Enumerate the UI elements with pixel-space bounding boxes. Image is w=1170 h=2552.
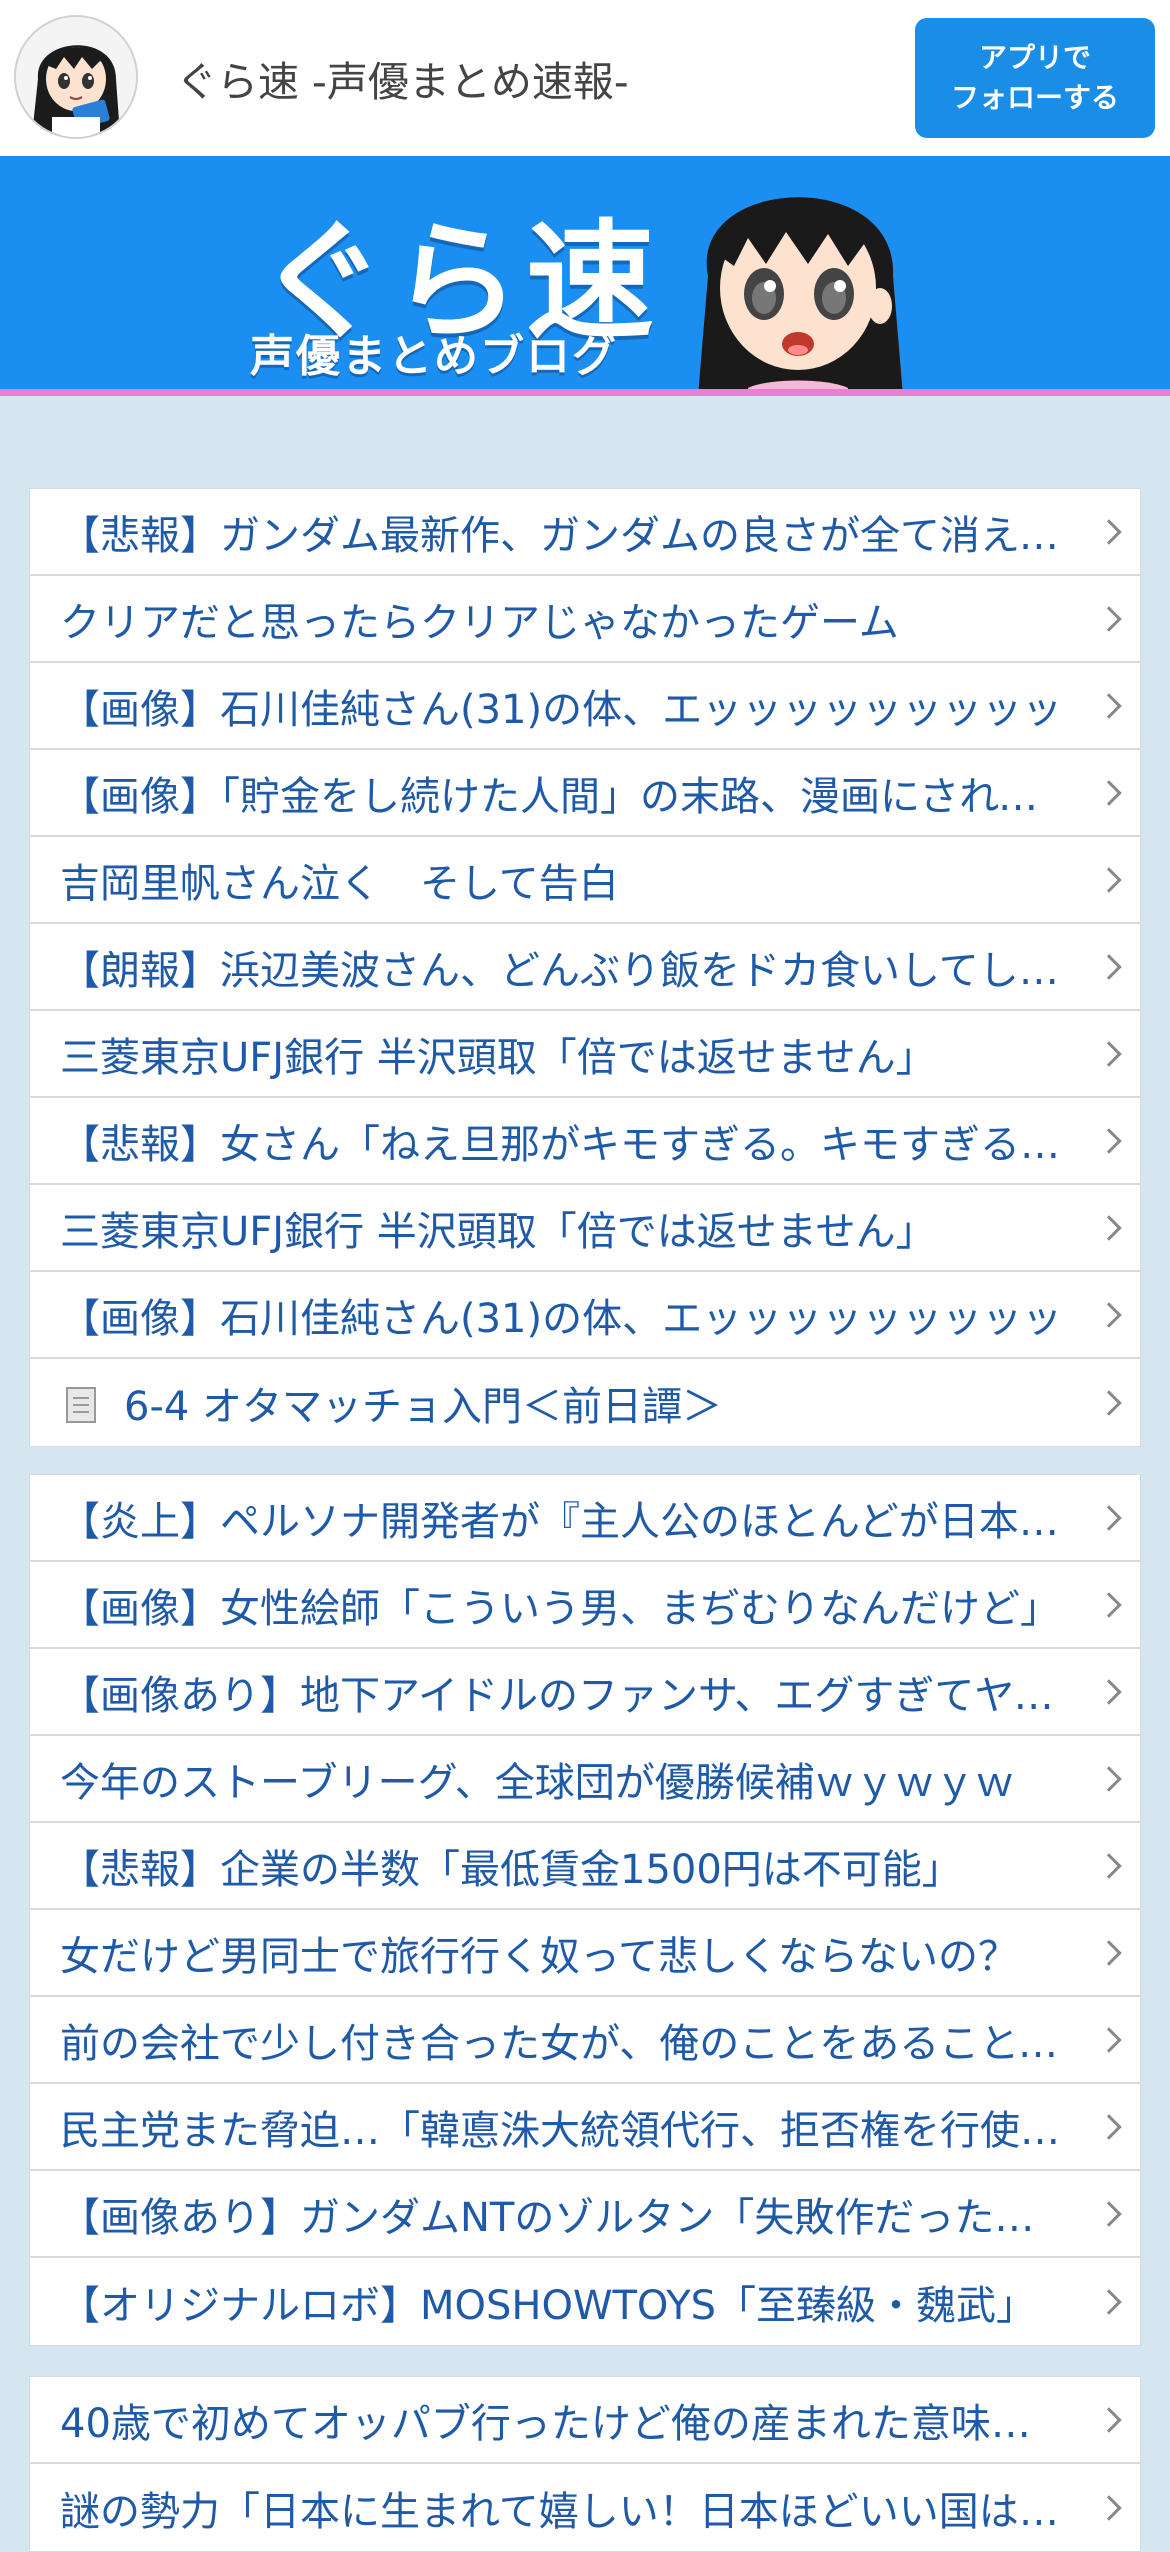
chevron-right-icon (1096, 953, 1122, 980)
site-banner[interactable]: ぐら速 声優まとめブログ (0, 156, 1170, 396)
article-list-item[interactable]: 謎の勢力「日本に生まれて嬉しい！日本ほどいい国はない」 (30, 2464, 1140, 2551)
article-title: 【朗報】浜辺美波さん、どんぶり飯をドカ食いしてしまう (60, 947, 1068, 994)
article-list-item[interactable]: 今年のストーブリーグ、全球団が優勝候補ｗｙｗｙｗ (30, 1736, 1140, 1823)
chevron-right-icon (1096, 1939, 1122, 1966)
article-list-item[interactable]: 6-4 オタマッチョ入門＜前日譚＞ (30, 1359, 1140, 1446)
chevron-right-icon (1096, 1214, 1122, 1241)
chevron-right-icon (1096, 1040, 1122, 1067)
chevron-right-icon (1096, 692, 1122, 719)
article-title: 【画像】「貯金をし続けた人間」の末路、漫画にされてしまう (60, 773, 1068, 820)
site-avatar[interactable] (14, 15, 138, 139)
article-list-item[interactable]: 【画像】「貯金をし続けた人間」の末路、漫画にされてしまう (30, 750, 1140, 837)
chevron-right-icon (1096, 605, 1122, 632)
chevron-right-icon (1096, 2113, 1122, 2140)
article-list-item[interactable]: 【画像】石川佳純さん(31)の体、エッッッッッッッッッ (30, 1272, 1140, 1359)
site-header: ぐら速 -声優まとめ速報- アプリで フォローする (0, 0, 1170, 156)
chevron-right-icon (1096, 2026, 1122, 2053)
follow-in-app-button[interactable]: アプリで フォローする (915, 18, 1155, 138)
article-title: 吉岡里帆さん泣く そして告白 (60, 860, 619, 907)
chevron-right-icon (1096, 1389, 1122, 1416)
article-list-item[interactable]: 女だけど男同士で旅行行く奴って悲しくならないの？ (30, 1910, 1140, 1997)
site-title: ぐら速 -声優まとめ速報- (176, 58, 629, 106)
article-title: 三菱東京UFJ銀行 半沢頭取「倍では返せません」 (60, 1034, 936, 1081)
article-title: 【画像】石川佳純さん(31)の体、エッッッッッッッッッ (60, 686, 1063, 733)
banner-subtitle: 声優まとめブログ (250, 331, 618, 382)
chevron-right-icon (1096, 866, 1122, 893)
article-list-item[interactable]: 【悲報】女さん「ねえ旦那がキモすぎる。キモすぎるよ」 (30, 1098, 1140, 1185)
chevron-right-icon (1096, 1852, 1122, 1879)
chevron-right-icon (1096, 1765, 1122, 1792)
article-title: 謎の勢力「日本に生まれて嬉しい！日本ほどいい国はない」 (60, 2488, 1068, 2535)
article-title: 【画像】石川佳純さん(31)の体、エッッッッッッッッッ (60, 1295, 1063, 1342)
mascot-avatar-icon (16, 17, 136, 137)
chevron-right-icon (1096, 1678, 1122, 1705)
article-title: 【悲報】女さん「ねえ旦那がキモすぎる。キモすぎるよ」 (60, 1121, 1068, 1168)
article-list-item[interactable]: 【画像あり】ガンダムNTのゾルタン「失敗作だったんだよ」 (30, 2171, 1140, 2258)
article-list-item[interactable]: 【悲報】企業の半数「最低賃金1500円は不可能」 (30, 1823, 1140, 1910)
article-title: 女だけど男同士で旅行行く奴って悲しくならないの？ (60, 1933, 1018, 1980)
article-list-item[interactable]: 民主党また脅迫…「韓悳洙大統領代行、拒否権を行使すれば (30, 2084, 1140, 2171)
chevron-right-icon (1096, 779, 1122, 806)
article-title: 40歳で初めてオッパブ行ったけど俺の産まれた意味を知った (60, 2400, 1068, 2447)
article-title: 【悲報】企業の半数「最低賃金1500円は不可能」 (60, 1846, 962, 1893)
article-list-item[interactable]: 【画像あり】地下アイドルのファンサ、エグすぎてヤバい (30, 1649, 1140, 1736)
chevron-right-icon (1096, 2406, 1122, 2433)
chevron-right-icon (1096, 1127, 1122, 1154)
article-title: 【画像あり】地下アイドルのファンサ、エグすぎてヤバい (60, 1672, 1068, 1719)
article-list-item[interactable]: 吉岡里帆さん泣く そして告白 (30, 837, 1140, 924)
chevron-right-icon (1096, 2200, 1122, 2227)
chevron-right-icon (1096, 1591, 1122, 1618)
article-group: 【炎上】ペルソナ開発者が『主人公のほとんどが日本人』について【画像】女性絵師「こ… (29, 1474, 1141, 2346)
article-title: 【画像】女性絵師「こういう男、まぢむりなんだけど」 (60, 1585, 1060, 1632)
document-icon (66, 1387, 96, 1423)
article-title: 民主党また脅迫…「韓悳洙大統領代行、拒否権を行使すれば (60, 2107, 1068, 2154)
article-list-item[interactable]: 【画像】石川佳純さん(31)の体、エッッッッッッッッッ (30, 663, 1140, 750)
article-title: 三菱東京UFJ銀行 半沢頭取「倍では返せません」 (60, 1208, 936, 1255)
article-title: 今年のストーブリーグ、全球団が優勝候補ｗｙｗｙｗ (60, 1759, 1015, 1806)
article-title: クリアだと思ったらクリアじゃなかったゲーム (60, 599, 899, 646)
mascot-girl-icon (698, 197, 903, 396)
article-title: 【炎上】ペルソナ開発者が『主人公のほとんどが日本人』について (60, 1498, 1068, 1545)
article-list-item[interactable]: 前の会社で少し付き合った女が、俺のことをあることないこと (30, 1997, 1140, 2084)
article-list-item[interactable]: 【朗報】浜辺美波さん、どんぶり飯をドカ食いしてしまう (30, 924, 1140, 1011)
article-list-item[interactable]: 三菱東京UFJ銀行 半沢頭取「倍では返せません」 (30, 1011, 1140, 1098)
article-title: 前の会社で少し付き合った女が、俺のことをあることないこと (60, 2020, 1068, 2067)
article-list-item[interactable]: 三菱東京UFJ銀行 半沢頭取「倍では返せません」 (30, 1185, 1140, 1272)
article-group: 【悲報】ガンダム最新作、ガンダムの良さが全て消えるwwwwww クリアだと思ったら… (29, 488, 1141, 1447)
chevron-right-icon (1096, 1504, 1122, 1531)
article-list-item[interactable]: クリアだと思ったらクリアじゃなかったゲーム (30, 576, 1140, 663)
article-list-item[interactable]: 【炎上】ペルソナ開発者が『主人公のほとんどが日本人』について (30, 1475, 1140, 1562)
article-list-item[interactable]: 【画像】女性絵師「こういう男、まぢむりなんだけど」 (30, 1562, 1140, 1649)
article-list-item[interactable]: 40歳で初めてオッパブ行ったけど俺の産まれた意味を知った (30, 2377, 1140, 2464)
article-list-item[interactable]: 【悲報】ガンダム最新作、ガンダムの良さが全て消えるwwwwww (30, 489, 1140, 576)
chevron-right-icon (1096, 1301, 1122, 1328)
article-title: 【画像あり】ガンダムNTのゾルタン「失敗作だったんだよ」 (60, 2194, 1068, 2241)
article-title: 6-4 オタマッチョ入門＜前日譚＞ (124, 1383, 723, 1430)
chevron-right-icon (1096, 2494, 1122, 2521)
article-title: 【オリジナルロボ】MOSHOWTOYS「至臻級・魏武」 (60, 2282, 1037, 2329)
banner-stripe (0, 389, 1170, 396)
article-list-item[interactable]: 【オリジナルロボ】MOSHOWTOYS「至臻級・魏武」 (30, 2258, 1140, 2345)
chevron-right-icon (1096, 518, 1122, 545)
article-group: 40歳で初めてオッパブ行ったけど俺の産まれた意味を知った 謎の勢力「日本に生まれて… (29, 2376, 1141, 2552)
article-title: 【悲報】ガンダム最新作、ガンダムの良さが全て消えるwwwwww (60, 512, 1068, 559)
chevron-right-icon (1096, 2288, 1122, 2315)
